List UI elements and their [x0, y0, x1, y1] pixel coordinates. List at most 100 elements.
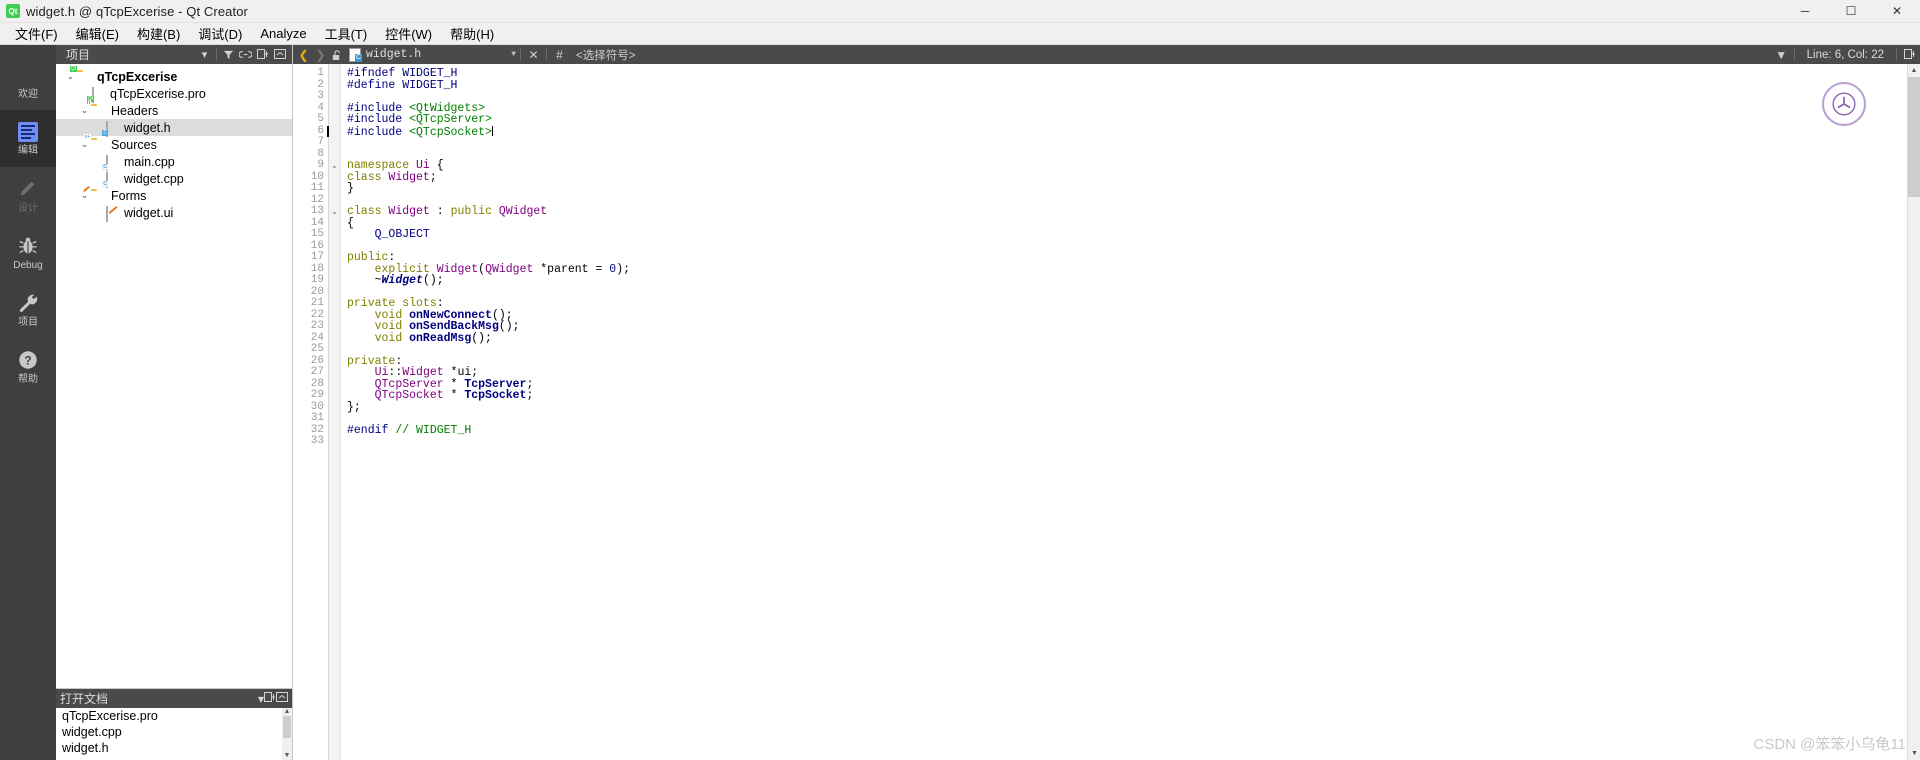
- svg-text:?: ?: [24, 353, 31, 367]
- split-icon[interactable]: [264, 691, 276, 706]
- tree-item-pro-file[interactable]: Qt qTcpExcerise.pro: [56, 85, 292, 103]
- mode-projects[interactable]: 项目: [0, 281, 56, 338]
- menu-help[interactable]: 帮助(H): [441, 22, 503, 45]
- symbol-selector[interactable]: <选择符号>: [568, 47, 635, 63]
- menu-edit[interactable]: 编辑(E): [67, 22, 128, 45]
- mode-edit-label: 编辑: [18, 144, 38, 156]
- fold-column[interactable]: ⌄ ⌄: [329, 64, 341, 760]
- open-file-combo[interactable]: widget.h ▼: [366, 48, 516, 61]
- tree-item-widget-ui[interactable]: widget.ui: [56, 204, 292, 222]
- sources-folder-icon: [91, 138, 106, 152]
- chevron-down-icon[interactable]: ⌄: [78, 139, 91, 150]
- unlock-icon[interactable]: [329, 46, 346, 63]
- forward-arrow-icon[interactable]: ❯: [312, 46, 329, 63]
- open-documents-scrollbar[interactable]: ▲ ▼: [282, 708, 292, 760]
- filter-icon[interactable]: [220, 46, 237, 63]
- project-tree[interactable]: ⌄ qTcpExcerise Qt qTcpExcerise.pro ⌄ Hea…: [56, 64, 292, 688]
- line-number: 29: [310, 389, 324, 401]
- line-number: 3: [317, 90, 324, 102]
- minimize-button[interactable]: ─: [1782, 0, 1828, 23]
- mode-debug[interactable]: Debug: [0, 224, 56, 281]
- code-token: TcpSocket: [464, 389, 527, 402]
- close-panel-icon[interactable]: [276, 691, 288, 706]
- tree-item-forms[interactable]: ⌄ Forms: [56, 187, 292, 204]
- code-view[interactable]: #ifndef WIDGET_H #define WIDGET_H #includ…: [341, 64, 1920, 760]
- line-number: 15: [310, 228, 324, 240]
- tree-item-headers[interactable]: ⌄ Headers: [56, 102, 292, 119]
- tree-item-main-cpp[interactable]: C main.cpp: [56, 153, 292, 171]
- menu-file[interactable]: 文件(F): [6, 22, 67, 45]
- code-line: }: [347, 183, 1920, 195]
- qt-project-folder-icon: [77, 70, 92, 84]
- mode-edit[interactable]: 编辑: [0, 110, 56, 167]
- link-icon[interactable]: [237, 46, 254, 63]
- open-document-item[interactable]: widget.cpp: [56, 724, 292, 740]
- hash-icon[interactable]: #: [551, 46, 568, 63]
- mode-help[interactable]: ? 帮助: [0, 338, 56, 395]
- close-panel-icon[interactable]: [271, 46, 288, 63]
- maximize-button[interactable]: ☐: [1828, 0, 1874, 23]
- qt-design-badge-icon[interactable]: [1822, 82, 1866, 126]
- code-token: *: [443, 389, 465, 402]
- scrollbar-thumb[interactable]: [1908, 77, 1920, 197]
- split-editor-icon[interactable]: [1901, 46, 1918, 63]
- mode-design[interactable]: 设计: [0, 167, 56, 224]
- close-button[interactable]: ✕: [1874, 0, 1920, 23]
- scroll-down-icon[interactable]: ▼: [282, 752, 292, 760]
- tree-item-sources[interactable]: ⌄ Sources: [56, 136, 292, 153]
- scroll-up-icon[interactable]: ▲: [1908, 64, 1920, 77]
- close-icon[interactable]: ✕: [525, 46, 542, 63]
- cpp-file-icon: C: [102, 154, 119, 171]
- chevron-down-icon[interactable]: ▼: [1773, 46, 1790, 63]
- menu-analyze[interactable]: Analyze: [251, 24, 315, 43]
- chevron-down-icon[interactable]: ▼: [505, 50, 516, 59]
- back-arrow-icon[interactable]: ❮: [295, 46, 312, 63]
- open-document-item[interactable]: qTcpExcerise.pro: [56, 708, 292, 724]
- menu-window[interactable]: 控件(W): [376, 22, 441, 45]
- chevron-down-icon[interactable]: ▾: [196, 46, 213, 63]
- scrollbar-thumb[interactable]: [283, 716, 291, 738]
- line-number: 21: [310, 297, 324, 309]
- open-document-item[interactable]: widget.h: [56, 740, 292, 756]
- forms-folder-icon: [91, 189, 106, 203]
- scroll-down-icon[interactable]: ▼: [1908, 747, 1920, 760]
- line-number-gutter: 1 2 3 4 5 6 7 8 9 10 11 12 13 14 15 16 17 18 19 20 21 22 23 24 2…: [293, 64, 329, 760]
- window-title: widget.h @ qTcpExcerise - Qt Creator: [26, 3, 248, 19]
- split-icon[interactable]: [254, 46, 271, 63]
- fold-toggle-icon[interactable]: ⌄: [329, 160, 340, 172]
- scroll-up-icon[interactable]: ▲: [282, 708, 292, 716]
- editor-body[interactable]: 1 2 3 4 5 6 7 8 9 10 11 12 13 14 15 16 17 18 19 20 21 22 23 24 2…: [293, 64, 1920, 760]
- fold-toggle-icon[interactable]: ⌄: [329, 206, 340, 218]
- mode-welcome-label: 欢迎: [18, 88, 38, 100]
- code-line: #define WIDGET_H: [347, 79, 1920, 92]
- menu-build[interactable]: 构建(B): [128, 22, 189, 45]
- menu-tools[interactable]: 工具(T): [316, 22, 377, 45]
- menu-debug[interactable]: 调试(D): [189, 22, 251, 45]
- code-line: void onSendBackMsg();: [347, 321, 1920, 333]
- tree-item-widget-cpp[interactable]: C widget.cpp: [56, 170, 292, 188]
- mode-selector: 欢迎 编辑 设计 Debug 项目 ? 帮助: [0, 45, 56, 760]
- tree-item-widget-h[interactable]: C widget.h: [56, 119, 292, 137]
- open-documents-list[interactable]: qTcpExcerise.pro widget.cpp widget.h ▲ ▼: [56, 708, 292, 760]
- code-line: QTcpSocket * TcpSocket;: [347, 390, 1920, 402]
- mode-welcome[interactable]: 欢迎: [0, 53, 56, 110]
- line-number: 13: [310, 205, 324, 217]
- tree-item-project-root[interactable]: ⌄ qTcpExcerise: [56, 68, 292, 85]
- editor-scrollbar[interactable]: ▲ ▼: [1907, 64, 1920, 760]
- chevron-down-icon[interactable]: ⌄: [64, 71, 77, 82]
- editor-area: ❮ ❯ widget.h ▼ ✕ # <选择符号> ▼ Line:: [293, 45, 1920, 760]
- chevron-down-icon[interactable]: ⌄: [78, 105, 91, 116]
- headers-folder-icon: [91, 104, 106, 118]
- code-line: #include <QtWidgets>: [347, 102, 1920, 115]
- line-number: 25: [310, 343, 324, 355]
